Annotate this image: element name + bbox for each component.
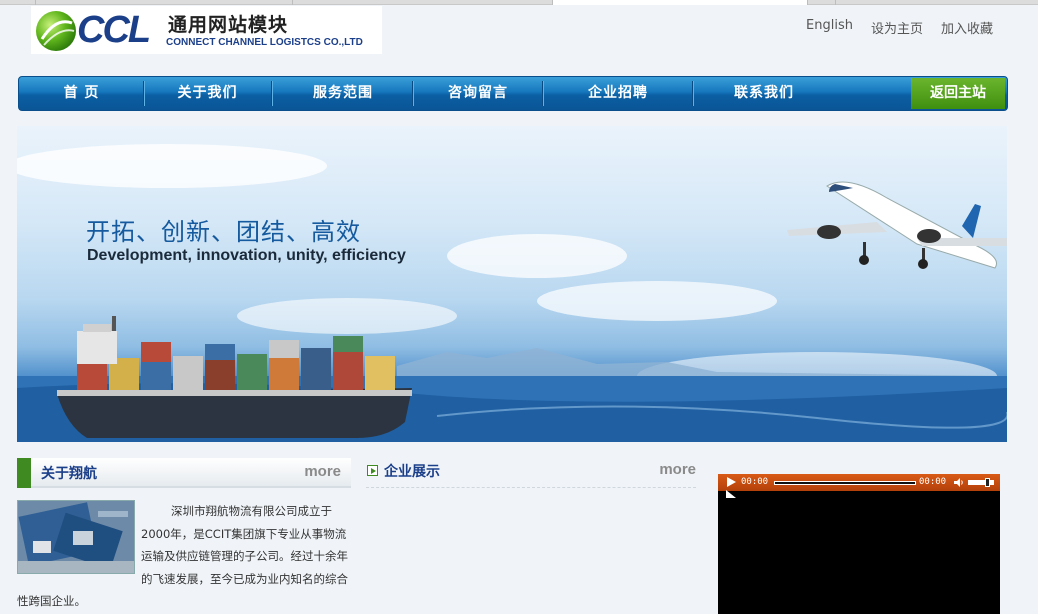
- arrow-right-icon: [367, 465, 378, 476]
- site-logo[interactable]: CCL 通用网站模块 CONNECT CHANNEL LOGISTCS CO.,…: [31, 6, 382, 54]
- banner-title: 开拓、创新、团结、高效: [86, 218, 361, 246]
- player-corner-marker: [726, 490, 736, 498]
- nav-home[interactable]: 首 页: [19, 77, 144, 110]
- nav-careers[interactable]: 企业招聘: [544, 77, 692, 110]
- about-section-title: 关于翔航: [41, 466, 97, 482]
- current-time: 00:00: [741, 477, 769, 487]
- nav-about[interactable]: 关于我们: [145, 77, 270, 110]
- browser-tab[interactable]: [808, 0, 836, 5]
- browser-tab[interactable]: [293, 0, 553, 5]
- video-player[interactable]: 00:00 00:00: [718, 474, 1000, 614]
- nav-inquiry[interactable]: 咨询留言: [414, 77, 542, 110]
- section-accent-bar: [17, 458, 31, 488]
- about-thumbnail-image[interactable]: [17, 500, 135, 574]
- nav-services[interactable]: 服务范围: [273, 77, 413, 110]
- logo-chinese-name: 通用网站模块: [168, 14, 289, 36]
- top-links: English 设为主页 加入收藏: [806, 18, 993, 37]
- about-more-link[interactable]: more: [304, 463, 341, 480]
- volume-slider[interactable]: [968, 480, 994, 485]
- showcase-section-title: 企业展示: [384, 464, 440, 480]
- total-time: 00:00: [919, 477, 947, 487]
- play-icon[interactable]: [727, 477, 736, 487]
- about-section-header: 关于翔航 more: [17, 458, 351, 488]
- browser-tab[interactable]: [36, 0, 293, 5]
- banner-subtitle: Development, innovation, unity, efficien…: [87, 247, 406, 264]
- return-main-site-button[interactable]: 返回主站: [911, 78, 1005, 109]
- player-controls: 00:00 00:00: [718, 474, 1000, 491]
- banner-scene-illustration: [17, 144, 1007, 442]
- browser-tab-active[interactable]: [553, 0, 808, 5]
- main-nav: 首 页 关于我们 服务范围 咨询留言 企业招聘 联系我们 返回主站: [18, 76, 1008, 111]
- logo-english-name: CONNECT CHANNEL LOGISTCS CO.,LTD: [166, 37, 363, 48]
- set-homepage-link[interactable]: 设为主页: [871, 18, 923, 37]
- volume-knob[interactable]: [985, 478, 990, 487]
- add-favorite-link[interactable]: 加入收藏: [941, 18, 993, 37]
- nav-contact[interactable]: 联系我们: [694, 77, 834, 110]
- browser-tab-strip: [0, 0, 1038, 5]
- showcase-more-link[interactable]: more: [659, 461, 696, 478]
- browser-tab[interactable]: [0, 0, 36, 5]
- hero-banner: 开拓、创新、团结、高效 Development, innovation, uni…: [17, 126, 1007, 442]
- showcase-section-header: 企业展示 more: [366, 458, 696, 488]
- volume-icon[interactable]: [954, 478, 964, 487]
- circuit-board-image: [18, 501, 134, 573]
- english-link[interactable]: English: [806, 18, 853, 37]
- logo-text: CCL: [77, 9, 151, 51]
- progress-bar[interactable]: [774, 481, 916, 485]
